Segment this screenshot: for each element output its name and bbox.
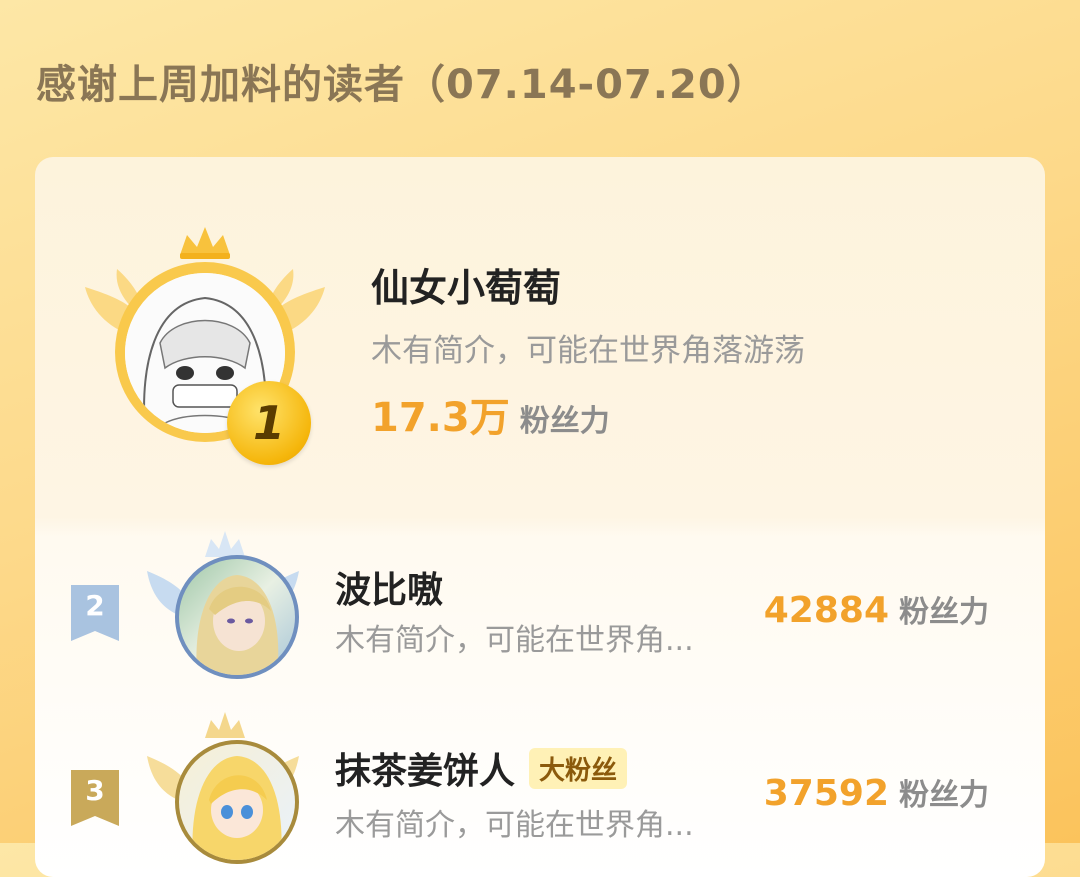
top-reader-entry[interactable]: 1 仙女小萄萄 木有简介，可能在世界角落游荡 17.3万 粉丝力 xyxy=(35,157,1045,517)
top-reader-name[interactable]: 仙女小萄萄 xyxy=(371,257,561,312)
rank-3-badge: 3 xyxy=(71,770,119,826)
blonde-boy-portrait-icon xyxy=(196,575,279,675)
list-item[interactable]: 2 波比嗷 木有简介，可能在世界角... 42884 粉丝力 xyxy=(35,527,1045,697)
reader-name[interactable]: 波比嗷 xyxy=(335,561,443,613)
fans-label: 粉丝力 xyxy=(899,778,989,813)
reader-bio: 木有简介，可能在世界角... xyxy=(335,623,694,658)
top-reader-fans: 17.3万 粉丝力 xyxy=(371,385,610,443)
avatar[interactable] xyxy=(175,740,299,864)
leaderboard-card: 1 仙女小萄萄 木有简介，可能在世界角落游荡 17.3万 粉丝力 2 波比嗷 木… xyxy=(35,157,1045,877)
reader-fans: 37592 粉丝力 xyxy=(764,770,989,814)
rank-1-badge: 1 xyxy=(227,381,311,465)
reader-fans: 42884 粉丝力 xyxy=(764,587,989,631)
fans-value: 17.3万 xyxy=(371,395,510,441)
fans-value: 42884 xyxy=(763,590,889,631)
reader-bio: 木有简介，可能在世界角... xyxy=(335,808,694,843)
fans-label: 粉丝力 xyxy=(899,595,989,630)
page-title: 感谢上周加料的读者（07.14-07.20） xyxy=(36,62,768,108)
list-item[interactable]: 3 抹茶姜饼人 大粉丝 木有简介，可能在世界角... 37592 粉丝力 xyxy=(35,712,1045,877)
top-reader-bio: 木有简介，可能在世界角落游荡 xyxy=(371,333,805,369)
fans-label: 粉丝力 xyxy=(519,404,610,439)
fans-value: 37592 xyxy=(763,773,889,814)
rank-2-badge: 2 xyxy=(71,585,119,641)
avatar[interactable] xyxy=(175,555,299,679)
big-fan-badge: 大粉丝 xyxy=(529,748,628,789)
reader-name[interactable]: 抹茶姜饼人 大粉丝 xyxy=(335,742,628,794)
